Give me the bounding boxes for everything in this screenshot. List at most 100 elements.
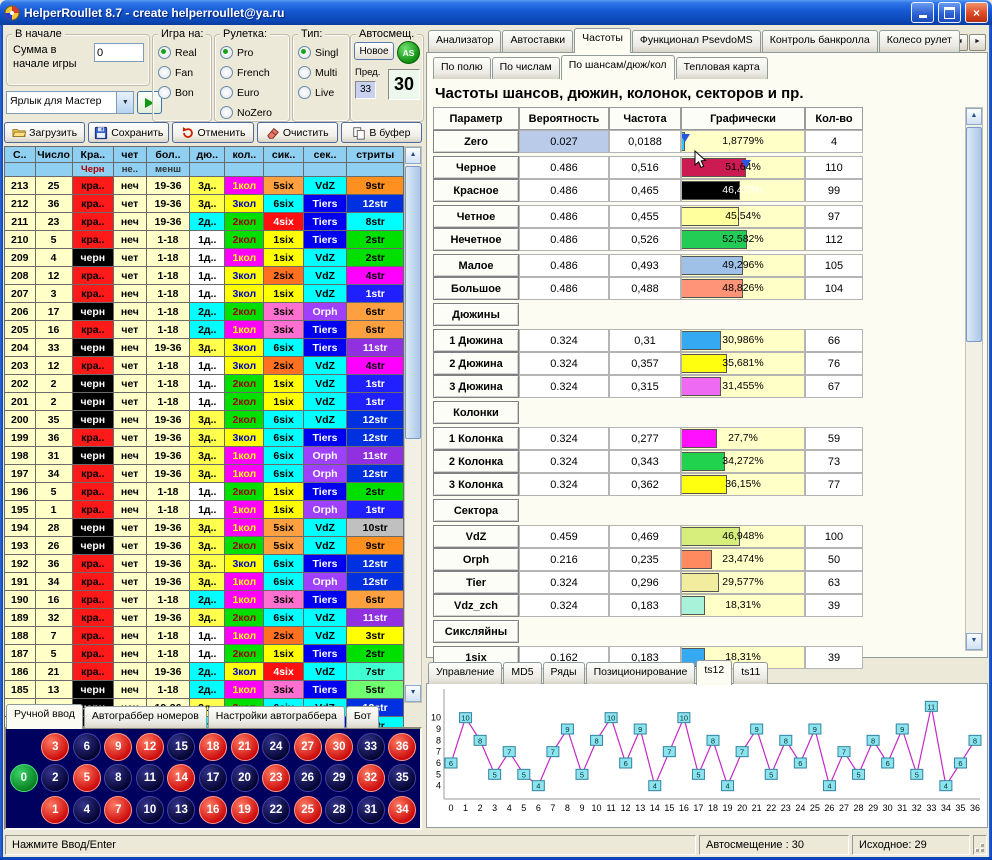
history-row[interactable]: 1875кра..неч1-181д..2кол1sixTiers2str bbox=[5, 645, 404, 663]
freq-subtab-2[interactable]: По числам bbox=[492, 57, 560, 79]
pad-number-30[interactable]: 30 bbox=[325, 733, 353, 761]
pad-number-17[interactable]: 17 bbox=[199, 764, 227, 792]
freq-row[interactable]: 2 Дюжина0.3240,35735,681%76 bbox=[433, 352, 863, 375]
pad-number-20[interactable]: 20 bbox=[231, 764, 259, 792]
history-row[interactable]: 20812кра..чет1-181д..3кол2sixVdZ4str bbox=[5, 267, 404, 285]
history-row[interactable]: 19936кра..чет19-363д..3кол6sixTiers12str bbox=[5, 429, 404, 447]
history-row[interactable]: 21325кра..неч19-363д..1кол5sixVdZ9str bbox=[5, 177, 404, 195]
freq-row[interactable]: 1 Колонка0.3240,27727,7%59 bbox=[433, 427, 863, 450]
pad-number-35[interactable]: 35 bbox=[388, 764, 416, 792]
pad-number-29[interactable]: 29 bbox=[325, 764, 353, 792]
freq-row[interactable]: VdZ0.4590,46946,948%100 bbox=[433, 525, 863, 548]
history-row[interactable]: 19134кра..чет19-363д..1кол6sixOrph12str bbox=[5, 573, 404, 591]
freq-row[interactable]: Нечетное0.4860,52652,582%112 bbox=[433, 228, 863, 251]
pad-number-15[interactable]: 15 bbox=[167, 733, 195, 761]
radio-euro[interactable]: Euro bbox=[215, 84, 289, 101]
radio-real[interactable]: Real bbox=[153, 44, 211, 61]
radio-nozero[interactable]: NoZero bbox=[215, 104, 289, 121]
history-col-filter[interactable] bbox=[264, 163, 303, 177]
freq-scroll-thumb[interactable] bbox=[966, 127, 982, 342]
history-col-filter[interactable] bbox=[225, 163, 264, 177]
pad-number-6[interactable]: 6 bbox=[73, 733, 101, 761]
freq-row[interactable]: Большое0.4860,48848,826%104 bbox=[433, 277, 863, 300]
freq-row[interactable]: Малое0.4860,49349,296%105 bbox=[433, 254, 863, 277]
history-row[interactable]: 2094чернчет1-181д..1кол1sixVdZ2str bbox=[5, 249, 404, 267]
history-col-header[interactable]: кол.. bbox=[225, 147, 264, 163]
freq-subtab-3[interactable]: По шансам/дюж/кол bbox=[561, 55, 675, 80]
freq-row[interactable]: 3 Дюжина0.3240,31531,455%67 bbox=[433, 375, 863, 398]
radio-french[interactable]: French bbox=[215, 64, 289, 81]
radio-singl[interactable]: Singl bbox=[293, 44, 349, 61]
freq-row[interactable]: 1 Дюжина0.3240,3130,986%66 bbox=[433, 329, 863, 352]
minimize-button[interactable] bbox=[911, 2, 934, 23]
history-col-header[interactable]: чет bbox=[114, 147, 147, 163]
br-tab-6[interactable]: ts11 bbox=[733, 662, 768, 684]
bl-tab-4[interactable]: Бот bbox=[346, 706, 379, 728]
br-tab-5[interactable]: ts12 bbox=[696, 660, 732, 685]
history-col-header[interactable]: стриты bbox=[347, 147, 404, 163]
history-col-filter[interactable]: не.. bbox=[114, 163, 147, 177]
history-row[interactable]: 19326чернчет19-363д..2кол5sixVdZ9str bbox=[5, 537, 404, 555]
history-col-filter[interactable] bbox=[5, 163, 36, 177]
pad-number-8[interactable]: 8 bbox=[104, 764, 132, 792]
history-row[interactable]: 1951кра..неч1-181д..1кол1sixOrph1str bbox=[5, 501, 404, 519]
scroll-up-icon[interactable]: ▲ bbox=[405, 147, 421, 164]
br-tab-2[interactable]: MD5 bbox=[503, 662, 541, 684]
history-col-header[interactable]: Кра.. bbox=[72, 147, 113, 163]
pad-number-3[interactable]: 3 bbox=[41, 733, 69, 761]
history-row[interactable]: 2022чернчет1-181д..2кол1sixVdZ1str bbox=[5, 375, 404, 393]
pad-number-13[interactable]: 13 bbox=[167, 796, 195, 824]
freq-row[interactable]: 2 Колонка0.3240,34334,272%73 bbox=[433, 450, 863, 473]
pad-number-4[interactable]: 4 bbox=[73, 796, 101, 824]
history-row[interactable]: 21123кра..неч19-362д..2кол4sixTiers8str bbox=[5, 213, 404, 231]
history-col-filter[interactable] bbox=[35, 163, 72, 177]
history-scrollbar[interactable]: ▲ ▼ bbox=[404, 146, 422, 703]
history-col-header[interactable]: сик.. bbox=[264, 147, 303, 163]
pad-number-24[interactable]: 24 bbox=[262, 733, 290, 761]
pad-number-23[interactable]: 23 bbox=[262, 764, 290, 792]
history-row[interactable]: 19428чернчет19-363д..1кол5sixVdZ10str bbox=[5, 519, 404, 537]
br-tab-1[interactable]: Управление bbox=[428, 662, 502, 684]
main-tab-2[interactable]: Автоставки bbox=[502, 30, 573, 52]
radio-bon[interactable]: Bon bbox=[153, 84, 211, 101]
history-row[interactable]: 19236кра..чет19-363д..3кол6sixTiers12str bbox=[5, 555, 404, 573]
history-row[interactable]: 2012чернчет1-181д..2кол1sixVdZ1str bbox=[5, 393, 404, 411]
history-col-filter[interactable] bbox=[347, 163, 404, 177]
history-col-filter[interactable]: Черн bbox=[72, 163, 113, 177]
scroll-down-icon[interactable]: ▼ bbox=[966, 633, 982, 650]
history-col-header[interactable]: бол.. bbox=[146, 147, 190, 163]
freq-subtab-4[interactable]: Тепловая карта bbox=[676, 57, 768, 79]
main-tab-5[interactable]: Контроль банкролла bbox=[762, 30, 878, 52]
pad-number-28[interactable]: 28 bbox=[325, 796, 353, 824]
pad-number-19[interactable]: 19 bbox=[231, 796, 259, 824]
history-row[interactable]: 19016кра..чет1-182д..1кол3sixTiers6str bbox=[5, 591, 404, 609]
pad-number-32[interactable]: 32 bbox=[357, 764, 385, 792]
freq-row[interactable]: Orph0.2160,23523,474%50 bbox=[433, 548, 863, 571]
freq-scrollbar[interactable]: ▲ ▼ bbox=[965, 107, 983, 651]
maximize-button[interactable] bbox=[938, 2, 961, 23]
freq-row[interactable]: Vdz_zch0.3240,18318,31%39 bbox=[433, 594, 863, 617]
toolbar-button-save[interactable]: Сохранить bbox=[88, 122, 169, 143]
toolbar-button-clipboard[interactable]: В буфер bbox=[341, 122, 422, 143]
history-col-header[interactable]: сек.. bbox=[303, 147, 347, 163]
master-shortcut-combo[interactable]: Ярлык для Мастер ▼ bbox=[6, 91, 134, 114]
as-badge[interactable]: AS bbox=[397, 41, 420, 64]
history-row[interactable]: 2105кра..неч1-181д..2кол1sixTiers2str bbox=[5, 231, 404, 249]
pad-number-18[interactable]: 18 bbox=[199, 733, 227, 761]
main-tab-6[interactable]: Колесо рулет bbox=[879, 30, 960, 52]
pad-number-12[interactable]: 12 bbox=[136, 733, 164, 761]
radio-pro[interactable]: Pro bbox=[215, 44, 289, 61]
pad-number-33[interactable]: 33 bbox=[357, 733, 385, 761]
title-bar[interactable]: HelperRoullet 8.7 - create helperroullet… bbox=[0, 0, 992, 25]
scroll-down-icon[interactable]: ▼ bbox=[405, 685, 421, 702]
close-button[interactable]: × bbox=[965, 2, 988, 23]
history-row[interactable]: 20035черннеч19-363д..2кол6sixVdZ12str bbox=[5, 411, 404, 429]
freq-row[interactable]: Красное0.4860,46546,479%99 bbox=[433, 179, 863, 202]
br-tab-3[interactable]: Ряды bbox=[543, 662, 585, 684]
history-row[interactable]: 1887кра..неч1-181д..1кол2sixVdZ3str bbox=[5, 627, 404, 645]
history-row[interactable]: 18621кра..неч19-362д..3кол4sixVdZ7str bbox=[5, 663, 404, 681]
history-row[interactable]: 1965кра..неч1-181д..2кол1sixTiers2str bbox=[5, 483, 404, 501]
history-row[interactable]: 19734кра..чет19-363д..1кол6sixOrph12str bbox=[5, 465, 404, 483]
pad-number-7[interactable]: 7 bbox=[104, 796, 132, 824]
history-row[interactable]: 19831черннеч19-363д..1кол6sixOrph11str bbox=[5, 447, 404, 465]
